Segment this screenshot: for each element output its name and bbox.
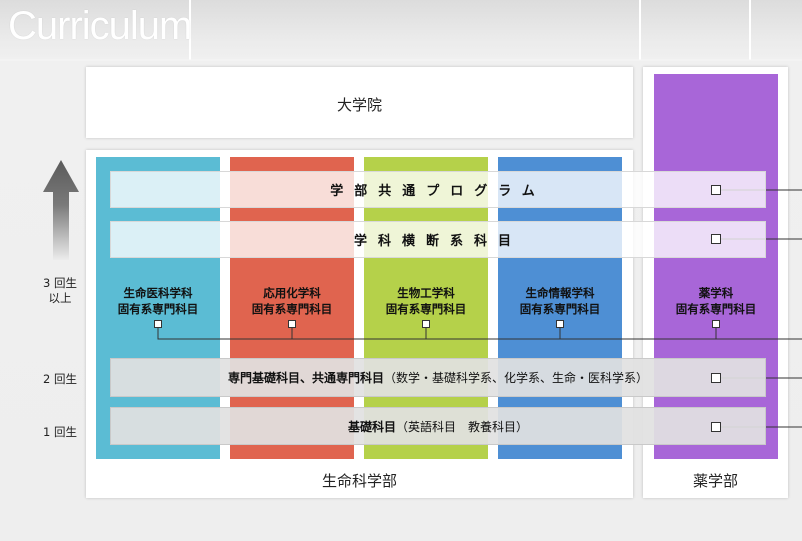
band-cross-department: 学科横断系科目 xyxy=(110,221,766,258)
upward-progress-arrow xyxy=(43,160,79,260)
connector-lines xyxy=(157,189,802,428)
band-cross-department-label: 学科横断系科目 xyxy=(353,234,522,249)
band-specialized-basic-marker xyxy=(711,373,721,383)
band-specialized-basic-detail: （数学・基礎科学系、化学系、生命・医科学系） xyxy=(384,371,649,385)
band-cross-department-marker xyxy=(711,234,721,244)
band-basic-marker xyxy=(711,422,721,432)
band-specialized-basic: 専門基礎科目、共通専門科目 （数学・基礎科学系、化学系、生命・医科学系） xyxy=(110,358,766,397)
year-3-label: 3 回生 以上 xyxy=(30,276,90,306)
year-1-label: 1 回生 xyxy=(43,425,77,439)
year-2-label: 2 回生 xyxy=(43,372,77,386)
band-basic-detail: （英語科目 教養科目） xyxy=(396,419,529,434)
band-basic: 基礎科目 （英語科目 教養科目） xyxy=(110,407,766,445)
connector-dot-pharmacy xyxy=(712,320,720,328)
connector-dot-life-medical xyxy=(154,320,162,328)
year-3-above-text: 以上 xyxy=(48,291,72,305)
band-common-program: 学部共通プログラム xyxy=(110,171,766,208)
connector-dot-applied-chemistry xyxy=(288,320,296,328)
band-common-program-label: 学部共通プログラム xyxy=(330,184,546,199)
band-specialized-basic-label: 専門基礎科目、共通専門科目 xyxy=(227,371,384,385)
year-3-text: 3 回生 xyxy=(43,276,77,290)
connector-dot-bioengineering xyxy=(422,320,430,328)
band-common-program-marker xyxy=(711,185,721,195)
connector-dot-bioinformatics xyxy=(556,320,564,328)
band-basic-label: 基礎科目 xyxy=(347,419,396,434)
